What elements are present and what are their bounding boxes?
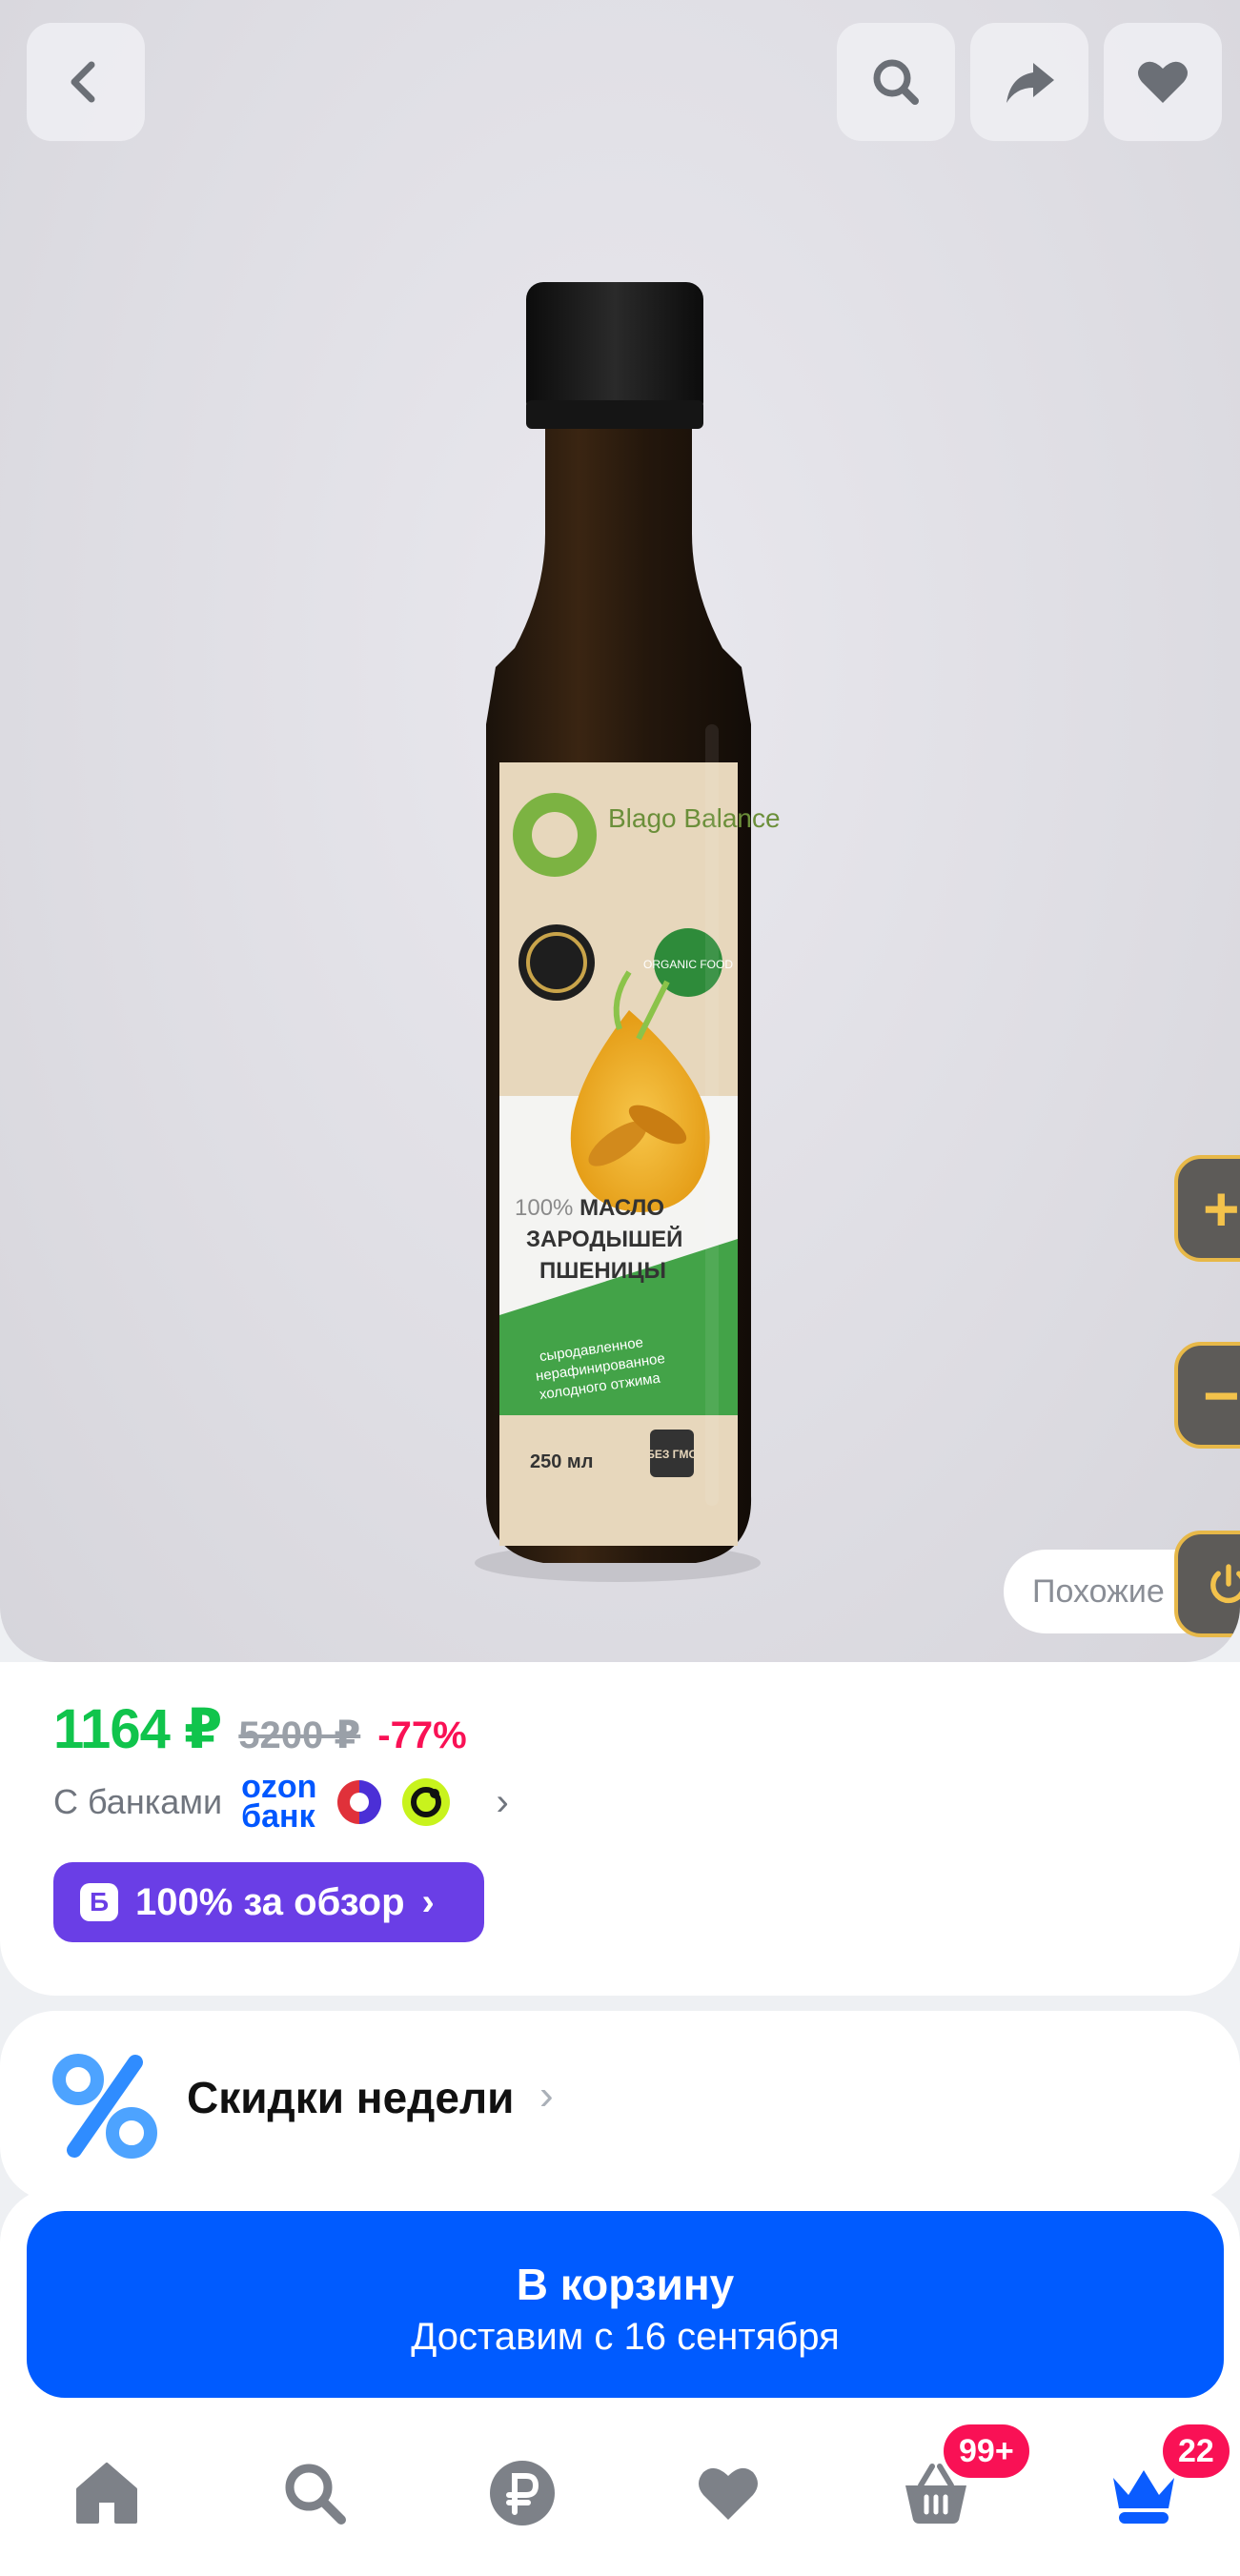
chevron-right-icon: › [421,1880,435,1923]
plus-icon: + [1203,1173,1240,1244]
favorite-button[interactable] [1104,23,1222,141]
search-icon [873,59,919,105]
bank-offers-row[interactable]: С банками ozon банк › [53,1769,509,1836]
svg-text:250 мл: 250 мл [530,1451,593,1472]
ruble-icon [490,2461,555,2525]
search-icon [285,2464,346,2525]
svg-text:БЕЗ ГМО: БЕЗ ГМО [646,1448,698,1461]
nav-finance[interactable] [484,2455,560,2531]
minus-icon: − [1203,1360,1240,1430]
power-icon [1210,1564,1240,1604]
similar-label: Похожие [1032,1572,1165,1610]
current-price: 1164 ₽ [53,1698,222,1760]
svg-text:ORGANIC FOOD: ORGANIC FOOD [643,958,733,971]
arrow-left-icon [71,61,95,103]
back-button[interactable] [27,23,145,141]
cart-panel: В корзину Доставим с 16 сентября [0,2188,1240,2407]
heart-icon [1138,61,1188,103]
home-icon [76,2463,137,2524]
svg-text:Blago Balance: Blago Balance [608,803,781,833]
profile-count-badge: 22 [1163,2424,1230,2478]
delivery-date-label: Доставим с 16 сентября [411,2316,840,2358]
price-card: 1164 ₽ 5200 ₽ -77% С банками ozon банк › … [0,1662,1240,1996]
add-to-cart-button[interactable]: В корзину Доставим с 16 сентября [27,2211,1224,2398]
weekly-discounts-banner[interactable]: Скидки недели › [0,2011,1240,2201]
percent-icon [52,2054,157,2159]
svg-text:100% МАСЛО: 100% МАСЛО [515,1195,664,1221]
banks-label: С банками [53,1782,223,1821]
chevron-right-icon: › [539,2072,554,2119]
zoom-out-button[interactable]: − [1174,1342,1240,1449]
weekly-discounts-label: Скидки недели [187,2073,515,2122]
product-gallery[interactable]: Blago Balance ORGANIC FOOD 100% МАСЛО ЗА… [0,0,1240,1662]
heart-icon [699,2467,758,2520]
points-badge-icon: Б [80,1883,118,1921]
ozon-bank-logo: ozon банк [241,1769,317,1835]
old-price: 5200 ₽ [238,1714,361,1756]
svg-text:ЗАРОДЫШЕЙ: ЗАРОДЫШЕЙ [526,1226,682,1252]
discount-percent: -77% [377,1714,467,1756]
yandex-pay-icon [402,1778,451,1826]
sber-bank-icon [336,1779,383,1825]
bottom-navigation: 99+ 22 [0,2407,1240,2576]
review-reward-button[interactable]: Б 100% за обзор › [53,1862,484,1942]
power-toggle-button[interactable] [1174,1531,1240,1637]
product-image: Blago Balance ORGANIC FOOD 100% МАСЛО ЗА… [475,282,781,1582]
nav-favorites[interactable] [690,2455,766,2531]
share-button[interactable] [970,23,1088,141]
nav-search[interactable] [276,2455,353,2531]
cart-count-badge: 99+ [944,2424,1029,2478]
chevron-right-icon: › [496,1780,509,1823]
review-reward-label: 100% за обзор [135,1880,405,1923]
zoom-in-button[interactable]: + [1174,1155,1240,1262]
nav-home[interactable] [69,2455,145,2531]
add-to-cart-label: В корзину [516,2260,735,2309]
share-icon [1006,63,1054,103]
svg-text:ПШЕНИЦЫ: ПШЕНИЦЫ [539,1258,666,1284]
price-row: 1164 ₽ 5200 ₽ -77% [53,1696,467,1761]
search-button[interactable] [837,23,955,141]
